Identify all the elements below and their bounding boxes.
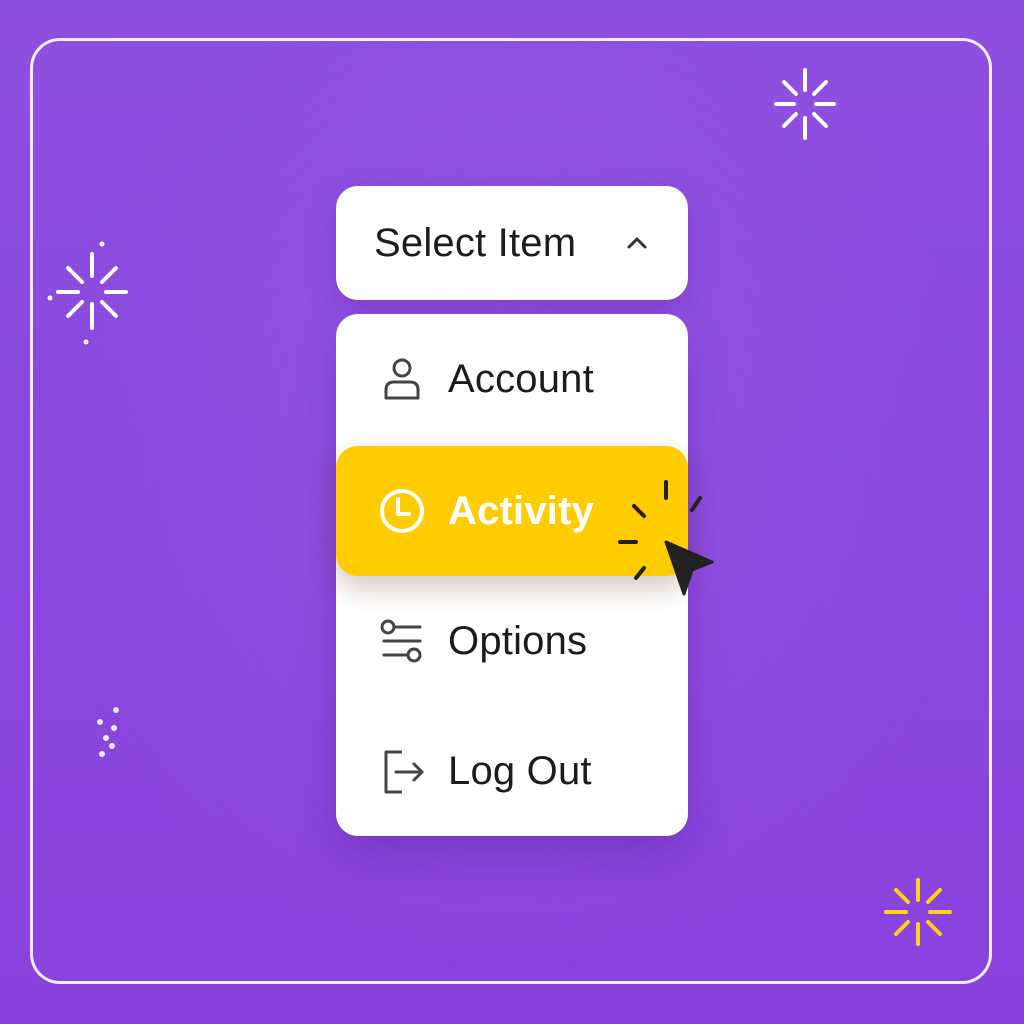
- sparkle-icon-bottom-right: [884, 878, 952, 946]
- chevron-up-icon: [624, 230, 650, 256]
- sparkle-icon-left: [47, 241, 128, 345]
- select-item-label: Select Item: [374, 220, 577, 265]
- menu-item-log-out[interactable]: Log Out: [336, 706, 688, 836]
- sparkle-icon-top-right: [774, 68, 836, 140]
- menu-item-account[interactable]: Account: [336, 314, 688, 444]
- menu-item-label: Account: [448, 356, 594, 401]
- menu-item-label: Activity: [448, 488, 595, 533]
- user-icon: [376, 353, 428, 405]
- logout-icon: [376, 745, 428, 797]
- sparkle-icon-small-left: [97, 707, 119, 757]
- pointer-cursor-icon: [618, 480, 714, 596]
- clock-icon: [376, 485, 428, 537]
- select-item-dropdown[interactable]: Select Item: [336, 186, 688, 300]
- menu-item-label: Options: [448, 618, 588, 663]
- menu-item-label: Log Out: [448, 748, 592, 793]
- sliders-icon: [376, 615, 428, 667]
